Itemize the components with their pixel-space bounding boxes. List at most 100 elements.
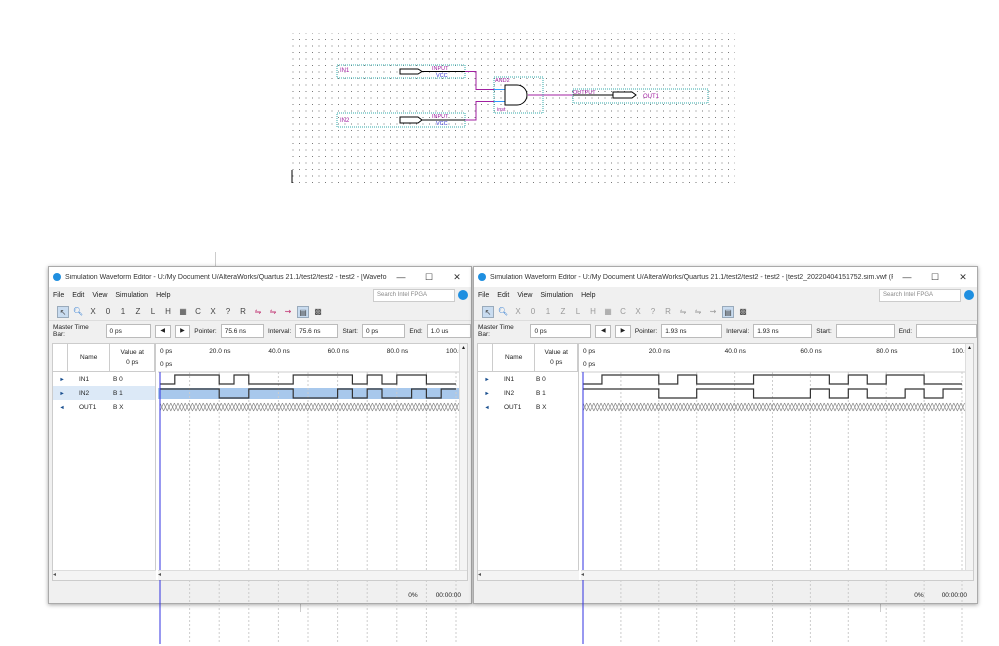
waveform-out1-unknown: [159, 402, 460, 412]
signal-name: IN2: [79, 389, 90, 397]
count-value-icon: X: [635, 306, 641, 316]
waveform-area[interactable]: 0 ps 20.0 ns 40.0 ns 60.0 ns 80.0 ns 100.0 ns…: [581, 344, 978, 644]
signal-value: B 1: [113, 389, 123, 397]
high-impedance-icon[interactable]: Z: [132, 306, 144, 318]
grid-icon[interactable]: ▩: [312, 306, 324, 318]
waveform-editor-window: Simulation Waveform Editor - U:/My Docum…: [48, 266, 472, 644]
select-tool-icon[interactable]: ↖: [482, 305, 494, 318]
signal-name: IN1: [79, 375, 90, 383]
zoom-tool-icon[interactable]: 🔍︎: [497, 306, 509, 318]
names-horizontal-scrollbar[interactable]: ◂: [478, 570, 579, 580]
functional-sim-icon[interactable]: ⇋: [252, 306, 264, 318]
weak-high-icon[interactable]: H: [162, 306, 174, 318]
pointer-label: Pointer:: [634, 327, 658, 335]
menu-simulation[interactable]: Simulation: [115, 292, 148, 299]
globe-icon[interactable]: [458, 290, 468, 300]
select-tool-icon[interactable]: ↖: [57, 305, 69, 318]
pointer-field: 75.6 ns: [220, 324, 265, 338]
globe-icon[interactable]: [964, 290, 974, 300]
signal-row[interactable]: ▸ IN2 B 1: [478, 386, 578, 400]
menu-view[interactable]: View: [92, 292, 107, 299]
signal-row[interactable]: ▸ IN1 B 0: [53, 372, 155, 386]
maximize-button[interactable]: ☐: [415, 272, 443, 283]
waves-horizontal-scrollbar[interactable]: ◂: [581, 570, 973, 580]
timing-sim-icon[interactable]: ⇋: [267, 306, 279, 318]
title-bar[interactable]: Simulation Waveform Editor - U:/My Docum…: [49, 267, 471, 287]
dot-grid: [291, 33, 735, 183]
waveform-grid: Name Value at 0 ps ▸ IN1 B 0 ▸ IN2 B 1 ◂ OUT1 B …: [477, 343, 978, 644]
dont-care-icon[interactable]: ▦: [177, 306, 189, 318]
master-time-bar-label: Master Time Bar:: [53, 324, 89, 338]
start-field[interactable]: 0 ps: [362, 324, 406, 338]
cursor-time-label: 0 ps: [160, 361, 173, 368]
value-column-header[interactable]: Value at 0 ps: [110, 344, 155, 371]
minimize-button[interactable]: —: [893, 272, 921, 282]
svg-text:OUT1: OUT1: [643, 94, 660, 100]
forcing-high-icon[interactable]: 1: [117, 306, 129, 318]
name-column-header[interactable]: Name: [68, 344, 111, 371]
svg-text:INPUT: INPUT: [432, 114, 449, 120]
grid-icon[interactable]: ▩: [737, 306, 749, 318]
toolbar: ↖ 🔍︎ X 0 1 Z L H ▦ C X? R ⇋ ⇋ ⇝ ▤ ▩: [474, 303, 977, 321]
next-transition-button[interactable]: ▶: [615, 324, 631, 338]
time-tick-label: 80.0 ns: [387, 348, 409, 355]
unknown-value-icon[interactable]: X: [87, 306, 99, 318]
search-input[interactable]: Search Intel FPGA: [879, 288, 961, 302]
vertical-scrollbar[interactable]: ▴: [459, 344, 467, 570]
weak-low-icon: L: [575, 306, 581, 316]
menu-edit[interactable]: Edit: [72, 292, 84, 299]
close-button[interactable]: ✕: [949, 272, 977, 283]
input-pin-icon: ▸: [60, 390, 64, 397]
schematic-canvas[interactable]: IN1 INPUT VCC IN2 INPUT VCC AND2 inst OU…: [0, 0, 999, 240]
maximize-button[interactable]: ☐: [921, 272, 949, 283]
interval-field: 1.93 ns: [753, 324, 813, 338]
next-transition-button[interactable]: ▶: [174, 324, 191, 338]
signal-row[interactable]: ◂ OUT1 B X: [53, 400, 155, 414]
invert-icon[interactable]: C: [192, 306, 204, 318]
menu-edit[interactable]: Edit: [497, 292, 509, 299]
prev-transition-button[interactable]: ◀: [595, 324, 612, 338]
name-column-header[interactable]: Name: [493, 344, 536, 371]
menu-help[interactable]: Help: [156, 292, 170, 299]
pointer-label: Pointer:: [194, 327, 217, 335]
high-impedance-icon: Z: [560, 306, 566, 316]
vertical-scrollbar[interactable]: ▴: [965, 344, 973, 570]
count-value-icon[interactable]: X: [207, 306, 219, 318]
random-value-icon[interactable]: R: [237, 306, 249, 318]
end-field[interactable]: 1.0 us: [426, 324, 471, 338]
menu-file[interactable]: File: [478, 292, 489, 299]
minimize-button[interactable]: —: [387, 272, 415, 282]
netlist-sim-icon[interactable]: ⇝: [282, 306, 294, 318]
time-tick-label: 100.0 ns: [952, 348, 966, 355]
waveform-editor-window-readonly: Simulation Waveform Editor - U:/My Docum…: [473, 266, 978, 644]
waveform-view-icon[interactable]: ▤: [297, 305, 309, 318]
title-bar[interactable]: Simulation Waveform Editor - U:/My Docum…: [474, 267, 977, 287]
waves-horizontal-scrollbar[interactable]: ◂: [158, 570, 467, 580]
waveform-area[interactable]: 0 ps 20.0 ns 40.0 ns 60.0 ns 80.0 ns 100.0 ns…: [158, 344, 472, 644]
signal-row[interactable]: ◂ OUT1 B X: [478, 400, 578, 414]
master-time-bar-field[interactable]: 0 ps: [105, 324, 151, 338]
time-tick-label: 40.0 ns: [268, 348, 290, 355]
menu-simulation[interactable]: Simulation: [540, 292, 573, 299]
menu-view[interactable]: View: [517, 292, 532, 299]
value-header-time: 0 ps: [126, 358, 139, 366]
waveform-view-icon[interactable]: ▤: [722, 305, 734, 318]
names-horizontal-scrollbar[interactable]: ◂: [53, 570, 156, 580]
signal-row[interactable]: ▸ IN1 B 0: [478, 372, 578, 386]
clock-icon[interactable]: ?: [222, 306, 234, 318]
zoom-tool-icon[interactable]: 🔍︎: [72, 306, 84, 318]
weak-low-icon[interactable]: L: [147, 306, 159, 318]
time-tick-label: 20.0 ns: [649, 348, 671, 355]
menu-help[interactable]: Help: [581, 292, 595, 299]
search-input[interactable]: Search Intel FPGA: [373, 288, 455, 302]
master-time-bar-field[interactable]: 0 ps: [530, 324, 592, 338]
prev-transition-button[interactable]: ◀: [154, 324, 171, 338]
forcing-low-icon: 0: [530, 306, 536, 316]
menu-file[interactable]: File: [53, 292, 64, 299]
signal-value: B 0: [113, 375, 123, 383]
close-button[interactable]: ✕: [443, 272, 471, 283]
weak-high-icon: H: [590, 306, 596, 316]
signal-row[interactable]: ▸ IN2 B 1: [53, 386, 155, 400]
forcing-low-icon[interactable]: 0: [102, 306, 114, 318]
value-column-header[interactable]: Value at 0 ps: [535, 344, 579, 371]
